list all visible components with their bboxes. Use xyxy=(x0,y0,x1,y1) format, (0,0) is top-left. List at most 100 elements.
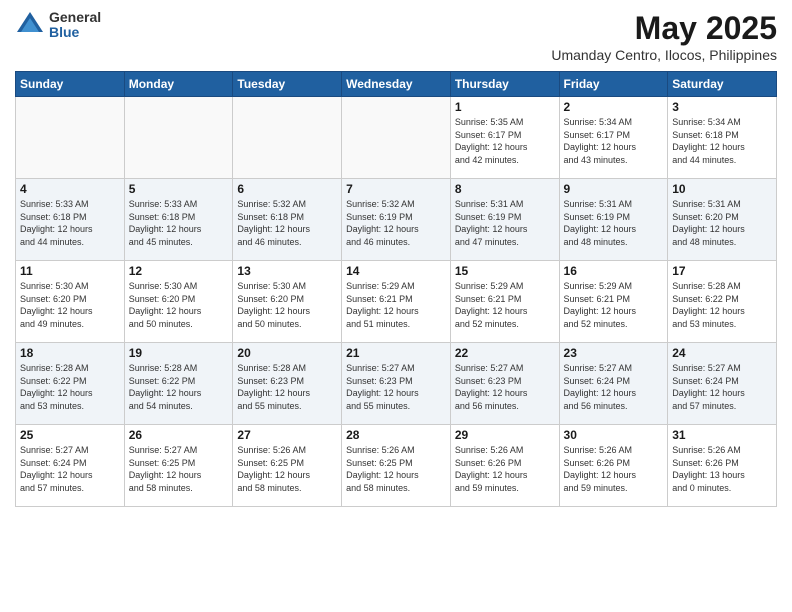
day-info: Sunrise: 5:29 AM Sunset: 6:21 PM Dayligh… xyxy=(346,280,446,330)
week-row-4: 18Sunrise: 5:28 AM Sunset: 6:22 PM Dayli… xyxy=(16,343,777,425)
th-thursday: Thursday xyxy=(450,72,559,97)
day-number: 22 xyxy=(455,346,555,360)
table-cell: 21 Sunrise: 5:27 AM Sunset: 6:23 PM Dayli… xyxy=(342,343,451,425)
day-number: 14 xyxy=(346,264,446,278)
day-number: 23 xyxy=(564,346,664,360)
logo: General Blue xyxy=(15,10,101,41)
day-number: 12 xyxy=(129,264,229,278)
day-number: 11 xyxy=(20,264,120,278)
day-number: 16 xyxy=(564,264,664,278)
header: General Blue May 2025 Umanday Centro, Il… xyxy=(15,10,777,63)
table-cell xyxy=(124,97,233,179)
page: General Blue May 2025 Umanday Centro, Il… xyxy=(0,0,792,612)
day-info: Sunrise: 5:27 AM Sunset: 6:24 PM Dayligh… xyxy=(20,444,120,494)
table-cell: 23 Sunrise: 5:27 AM Sunset: 6:24 PM Dayli… xyxy=(559,343,668,425)
day-number: 5 xyxy=(129,182,229,196)
day-info: Sunrise: 5:31 AM Sunset: 6:19 PM Dayligh… xyxy=(455,198,555,248)
day-info: Sunrise: 5:26 AM Sunset: 6:25 PM Dayligh… xyxy=(346,444,446,494)
day-info: Sunrise: 5:26 AM Sunset: 6:26 PM Dayligh… xyxy=(564,444,664,494)
table-cell: 12 Sunrise: 5:30 AM Sunset: 6:20 PM Dayli… xyxy=(124,261,233,343)
table-cell xyxy=(16,97,125,179)
subtitle: Umanday Centro, Ilocos, Philippines xyxy=(551,47,777,63)
day-number: 6 xyxy=(237,182,337,196)
table-cell: 29 Sunrise: 5:26 AM Sunset: 6:26 PM Dayli… xyxy=(450,425,559,507)
day-info: Sunrise: 5:31 AM Sunset: 6:19 PM Dayligh… xyxy=(564,198,664,248)
table-cell: 26 Sunrise: 5:27 AM Sunset: 6:25 PM Dayli… xyxy=(124,425,233,507)
day-info: Sunrise: 5:28 AM Sunset: 6:22 PM Dayligh… xyxy=(129,362,229,412)
day-number: 2 xyxy=(564,100,664,114)
day-info: Sunrise: 5:33 AM Sunset: 6:18 PM Dayligh… xyxy=(20,198,120,248)
table-cell: 25 Sunrise: 5:27 AM Sunset: 6:24 PM Dayli… xyxy=(16,425,125,507)
table-cell: 19Sunrise: 5:28 AM Sunset: 6:22 PM Dayli… xyxy=(124,343,233,425)
table-cell: 28 Sunrise: 5:26 AM Sunset: 6:25 PM Dayli… xyxy=(342,425,451,507)
day-number: 10 xyxy=(672,182,772,196)
day-info: Sunrise: 5:28 AM Sunset: 6:22 PM Dayligh… xyxy=(20,362,120,412)
table-cell xyxy=(342,97,451,179)
table-cell xyxy=(233,97,342,179)
day-info: Sunrise: 5:34 AM Sunset: 6:17 PM Dayligh… xyxy=(564,116,664,166)
day-info: Sunrise: 5:27 AM Sunset: 6:24 PM Dayligh… xyxy=(672,362,772,412)
table-cell: 3Sunrise: 5:34 AM Sunset: 6:18 PM Daylig… xyxy=(668,97,777,179)
day-number: 13 xyxy=(237,264,337,278)
table-cell: 5Sunrise: 5:33 AM Sunset: 6:18 PM Daylig… xyxy=(124,179,233,261)
table-cell: 9 Sunrise: 5:31 AM Sunset: 6:19 PM Daylig… xyxy=(559,179,668,261)
th-sunday: Sunday xyxy=(16,72,125,97)
day-number: 3 xyxy=(672,100,772,114)
th-wednesday: Wednesday xyxy=(342,72,451,97)
header-row: Sunday Monday Tuesday Wednesday Thursday… xyxy=(16,72,777,97)
day-number: 31 xyxy=(672,428,772,442)
th-tuesday: Tuesday xyxy=(233,72,342,97)
day-info: Sunrise: 5:26 AM Sunset: 6:26 PM Dayligh… xyxy=(455,444,555,494)
day-number: 24 xyxy=(672,346,772,360)
day-info: Sunrise: 5:32 AM Sunset: 6:18 PM Dayligh… xyxy=(237,198,337,248)
day-number: 26 xyxy=(129,428,229,442)
day-info: Sunrise: 5:30 AM Sunset: 6:20 PM Dayligh… xyxy=(129,280,229,330)
day-info: Sunrise: 5:27 AM Sunset: 6:25 PM Dayligh… xyxy=(129,444,229,494)
logo-icon xyxy=(15,10,45,40)
table-cell: 2 Sunrise: 5:34 AM Sunset: 6:17 PM Daylig… xyxy=(559,97,668,179)
th-monday: Monday xyxy=(124,72,233,97)
table-cell: 30 Sunrise: 5:26 AM Sunset: 6:26 PM Dayli… xyxy=(559,425,668,507)
table-cell: 11 Sunrise: 5:30 AM Sunset: 6:20 PM Dayli… xyxy=(16,261,125,343)
day-info: Sunrise: 5:27 AM Sunset: 6:23 PM Dayligh… xyxy=(346,362,446,412)
day-number: 25 xyxy=(20,428,120,442)
table-cell: 4Sunrise: 5:33 AM Sunset: 6:18 PM Daylig… xyxy=(16,179,125,261)
day-info: Sunrise: 5:28 AM Sunset: 6:23 PM Dayligh… xyxy=(237,362,337,412)
day-number: 9 xyxy=(564,182,664,196)
day-info: Sunrise: 5:26 AM Sunset: 6:26 PM Dayligh… xyxy=(672,444,772,494)
table-cell: 27Sunrise: 5:26 AM Sunset: 6:25 PM Dayli… xyxy=(233,425,342,507)
day-number: 8 xyxy=(455,182,555,196)
day-info: Sunrise: 5:27 AM Sunset: 6:23 PM Dayligh… xyxy=(455,362,555,412)
title-block: May 2025 Umanday Centro, Ilocos, Philipp… xyxy=(551,10,777,63)
table-cell: 13Sunrise: 5:30 AM Sunset: 6:20 PM Dayli… xyxy=(233,261,342,343)
day-number: 28 xyxy=(346,428,446,442)
week-row-1: 1Sunrise: 5:35 AM Sunset: 6:17 PM Daylig… xyxy=(16,97,777,179)
day-number: 1 xyxy=(455,100,555,114)
table-cell: 15Sunrise: 5:29 AM Sunset: 6:21 PM Dayli… xyxy=(450,261,559,343)
day-number: 27 xyxy=(237,428,337,442)
day-info: Sunrise: 5:28 AM Sunset: 6:22 PM Dayligh… xyxy=(672,280,772,330)
logo-text: General Blue xyxy=(49,10,101,41)
day-number: 21 xyxy=(346,346,446,360)
day-number: 30 xyxy=(564,428,664,442)
day-info: Sunrise: 5:27 AM Sunset: 6:24 PM Dayligh… xyxy=(564,362,664,412)
table-cell: 6 Sunrise: 5:32 AM Sunset: 6:18 PM Daylig… xyxy=(233,179,342,261)
table-cell: 10Sunrise: 5:31 AM Sunset: 6:20 PM Dayli… xyxy=(668,179,777,261)
table-cell: 31 Sunrise: 5:26 AM Sunset: 6:26 PM Dayli… xyxy=(668,425,777,507)
main-title: May 2025 xyxy=(551,10,777,47)
day-number: 17 xyxy=(672,264,772,278)
th-friday: Friday xyxy=(559,72,668,97)
table-cell: 7 Sunrise: 5:32 AM Sunset: 6:19 PM Daylig… xyxy=(342,179,451,261)
table-cell: 1Sunrise: 5:35 AM Sunset: 6:17 PM Daylig… xyxy=(450,97,559,179)
table-cell: 16Sunrise: 5:29 AM Sunset: 6:21 PM Dayli… xyxy=(559,261,668,343)
day-info: Sunrise: 5:29 AM Sunset: 6:21 PM Dayligh… xyxy=(455,280,555,330)
day-info: Sunrise: 5:32 AM Sunset: 6:19 PM Dayligh… xyxy=(346,198,446,248)
day-number: 29 xyxy=(455,428,555,442)
day-number: 20 xyxy=(237,346,337,360)
th-saturday: Saturday xyxy=(668,72,777,97)
day-info: Sunrise: 5:30 AM Sunset: 6:20 PM Dayligh… xyxy=(20,280,120,330)
day-number: 7 xyxy=(346,182,446,196)
table-cell: 22 Sunrise: 5:27 AM Sunset: 6:23 PM Dayli… xyxy=(450,343,559,425)
table-cell: 14 Sunrise: 5:29 AM Sunset: 6:21 PM Dayli… xyxy=(342,261,451,343)
week-row-5: 25 Sunrise: 5:27 AM Sunset: 6:24 PM Dayli… xyxy=(16,425,777,507)
